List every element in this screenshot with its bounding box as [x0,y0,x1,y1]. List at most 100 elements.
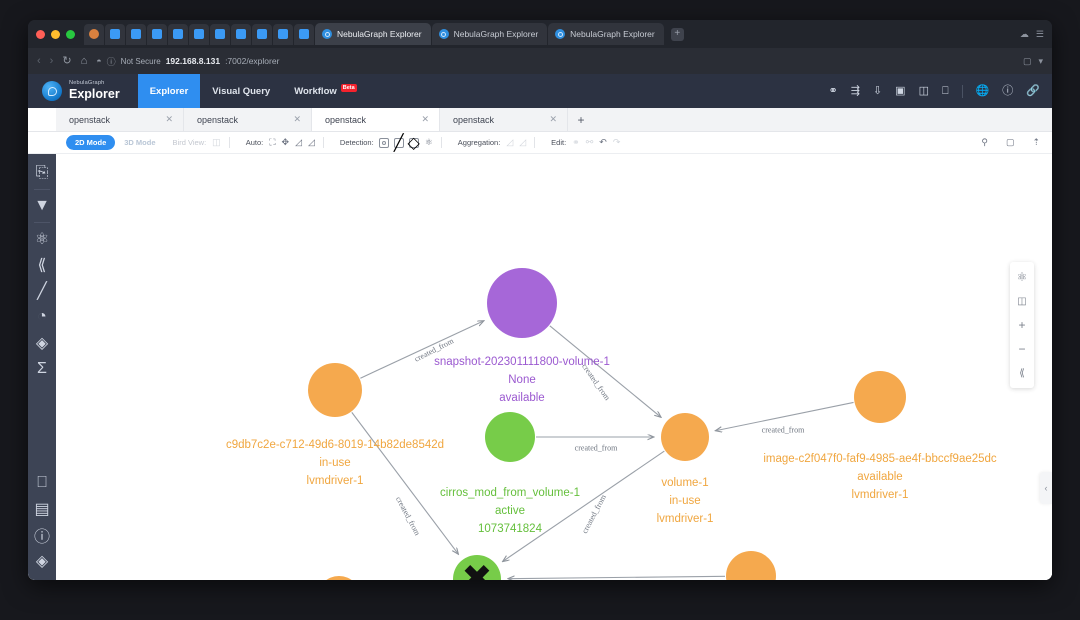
nav-tab-explorer[interactable]: Explorer [137,74,201,108]
browser-tab[interactable]: NebulaGraph Explorer [431,23,548,45]
query-panel-icon[interactable]: ⎘ [33,164,51,182]
minimize-window-button[interactable] [51,29,60,39]
mode-switch[interactable]: 2D Mode 3D Mode [66,135,165,150]
redo-icon[interactable]: ↷ [613,138,621,147]
fit-view-icon[interactable]: ⚛ [1010,265,1034,289]
cluster-detect-icon[interactable]: ⚛ [425,138,433,147]
graph-node[interactable] [854,371,906,423]
frame-select-icon[interactable]: ◫ [1010,289,1034,313]
console-icon[interactable]: ▣ [895,85,905,97]
auto-layout-icon[interactable]: ⛶ [269,138,275,147]
ungroup-icon[interactable]: ◿ [519,138,526,147]
pinned-tab[interactable] [273,23,293,45]
pinned-tab[interactable] [105,23,125,45]
pinned-tab[interactable] [189,23,209,45]
language-icon[interactable]: 🌐 [976,85,990,97]
database-icon[interactable]: ⎕ [942,85,949,97]
pinned-tab[interactable] [210,23,230,45]
camera-icon[interactable]: ▢ [1006,138,1015,147]
filter-icon[interactable]: ▼ [33,197,51,215]
auto-collapse-icon[interactable]: ✥ [282,138,290,147]
workspace-tab[interactable]: openstack ✕ [184,108,312,131]
share-icon[interactable]: ⇡ [1032,138,1040,147]
graph-node[interactable] [661,413,709,461]
close-icon[interactable]: ✕ [165,114,173,125]
bookmark-icon[interactable]: ▢ [1023,56,1032,67]
cloud-icon[interactable]: ☁ [1020,29,1029,40]
bird-view-icon[interactable]: ◫ [212,138,221,147]
x-marker-icon: ✖ [461,556,493,580]
close-icon[interactable]: ✕ [421,114,429,125]
connect-icon[interactable]: 🔗 [1026,85,1040,97]
browser-urlbar: ‹ › ↻ ⌂ ◓ ⓘ Not Secure 192.168.8.131 :70… [28,48,1052,74]
collapse-side-panel-button[interactable]: ‹ [1040,472,1052,504]
help-circle-icon[interactable]: ⓘ [33,526,51,546]
export-icon[interactable]: ⇩ [873,85,882,97]
list-icon[interactable]: ☰ [1036,29,1044,40]
circle-detect-icon[interactable] [378,137,389,148]
workspace-tab[interactable]: openstack ✕ [56,108,184,131]
maximize-window-button[interactable] [66,29,75,39]
layout-icon[interactable]: ◈ [33,334,51,352]
favicon-icon [194,29,204,39]
pinned-tab[interactable] [294,23,314,45]
zoom-in-button[interactable]: + [1010,313,1034,337]
undo-icon[interactable]: ↶ [599,138,607,147]
graph-node[interactable] [308,363,362,417]
import-data-icon[interactable]: ⇶ [851,85,860,97]
graph-canvas[interactable]: snapshot-202301111800-volume-1 None availa… [56,154,1052,580]
group-icon[interactable]: ◿ [506,138,513,147]
dashboard-icon[interactable]: ◫ [919,85,929,97]
settings-icon[interactable]: ◈ [33,552,51,570]
line-detect-icon[interactable]: ╱ [393,135,404,152]
history-icon[interactable]: ⎕ [33,474,51,492]
pinned-tab[interactable] [231,23,251,45]
close-window-button[interactable] [36,29,45,39]
add-workspace-tab-button[interactable]: + [568,108,594,131]
workspace-tab[interactable]: openstack ✕ [440,108,568,131]
graph-node[interactable] [487,268,557,338]
chevron-down-icon[interactable]: ▾ [1038,56,1043,67]
help-icon[interactable]: ⓘ [1002,85,1013,97]
graph-edge[interactable] [508,576,726,578]
info-icon[interactable]: ⓘ [107,55,116,68]
schema-icon[interactable]: ⚭ [829,85,838,97]
browser-tab[interactable]: NebulaGraph Explorer [315,23,431,45]
pinned-tab[interactable] [84,23,104,45]
log-icon[interactable]: ▤ [33,500,51,518]
color-icon[interactable]: ◔ [33,308,51,326]
statistics-icon[interactable]: Σ [33,360,51,378]
browser-tab[interactable]: NebulaGraph Explorer [548,23,664,45]
address-bar[interactable]: ◓ ⓘ Not Secure 192.168.8.131 :7002/explo… [96,55,1014,68]
favicon-icon [438,29,449,39]
mode-2d-button[interactable]: 2D Mode [66,135,116,150]
workspace-tab[interactable]: openstack ✕ [312,108,440,131]
forward-button[interactable]: › [50,55,54,67]
nav-tab-visual-query[interactable]: Visual Query [200,74,282,108]
pinned-tab[interactable] [126,23,146,45]
pinned-tab[interactable] [147,23,167,45]
app-logo[interactable]: NebulaGraph Explorer [42,81,120,101]
collapse-panel-button[interactable]: ⟪ [1010,361,1034,385]
add-edge-icon[interactable]: ⚯ [586,138,594,147]
auto-expand-icon[interactable]: ◿ [295,138,302,147]
new-tab-button[interactable]: + [670,27,684,41]
add-node-icon[interactable]: ⚭ [572,138,580,147]
back-button[interactable]: ‹ [37,55,41,67]
reload-button[interactable]: ↻ [62,55,71,67]
pinned-tab[interactable] [252,23,272,45]
mode-3d-button[interactable]: 3D Mode [115,135,164,150]
close-icon[interactable]: ✕ [549,114,557,125]
graph-node[interactable] [485,412,535,462]
expand-graph-icon[interactable]: ⚛ [33,230,51,248]
path-icon[interactable]: ⟪ [33,256,51,274]
diamond-detect-icon[interactable]: ◇ [408,135,420,152]
close-icon[interactable]: ✕ [293,114,301,125]
search-icon[interactable]: ⚲ [981,138,988,147]
zoom-out-button[interactable]: − [1010,337,1034,361]
line-icon[interactable]: ╱ [33,282,51,300]
home-button[interactable]: ⌂ [81,55,88,67]
pinned-tab[interactable] [168,23,188,45]
nav-tab-workflow[interactable]: Workflow Beta [282,74,369,108]
auto-select-icon[interactable]: ◿ [308,138,315,147]
